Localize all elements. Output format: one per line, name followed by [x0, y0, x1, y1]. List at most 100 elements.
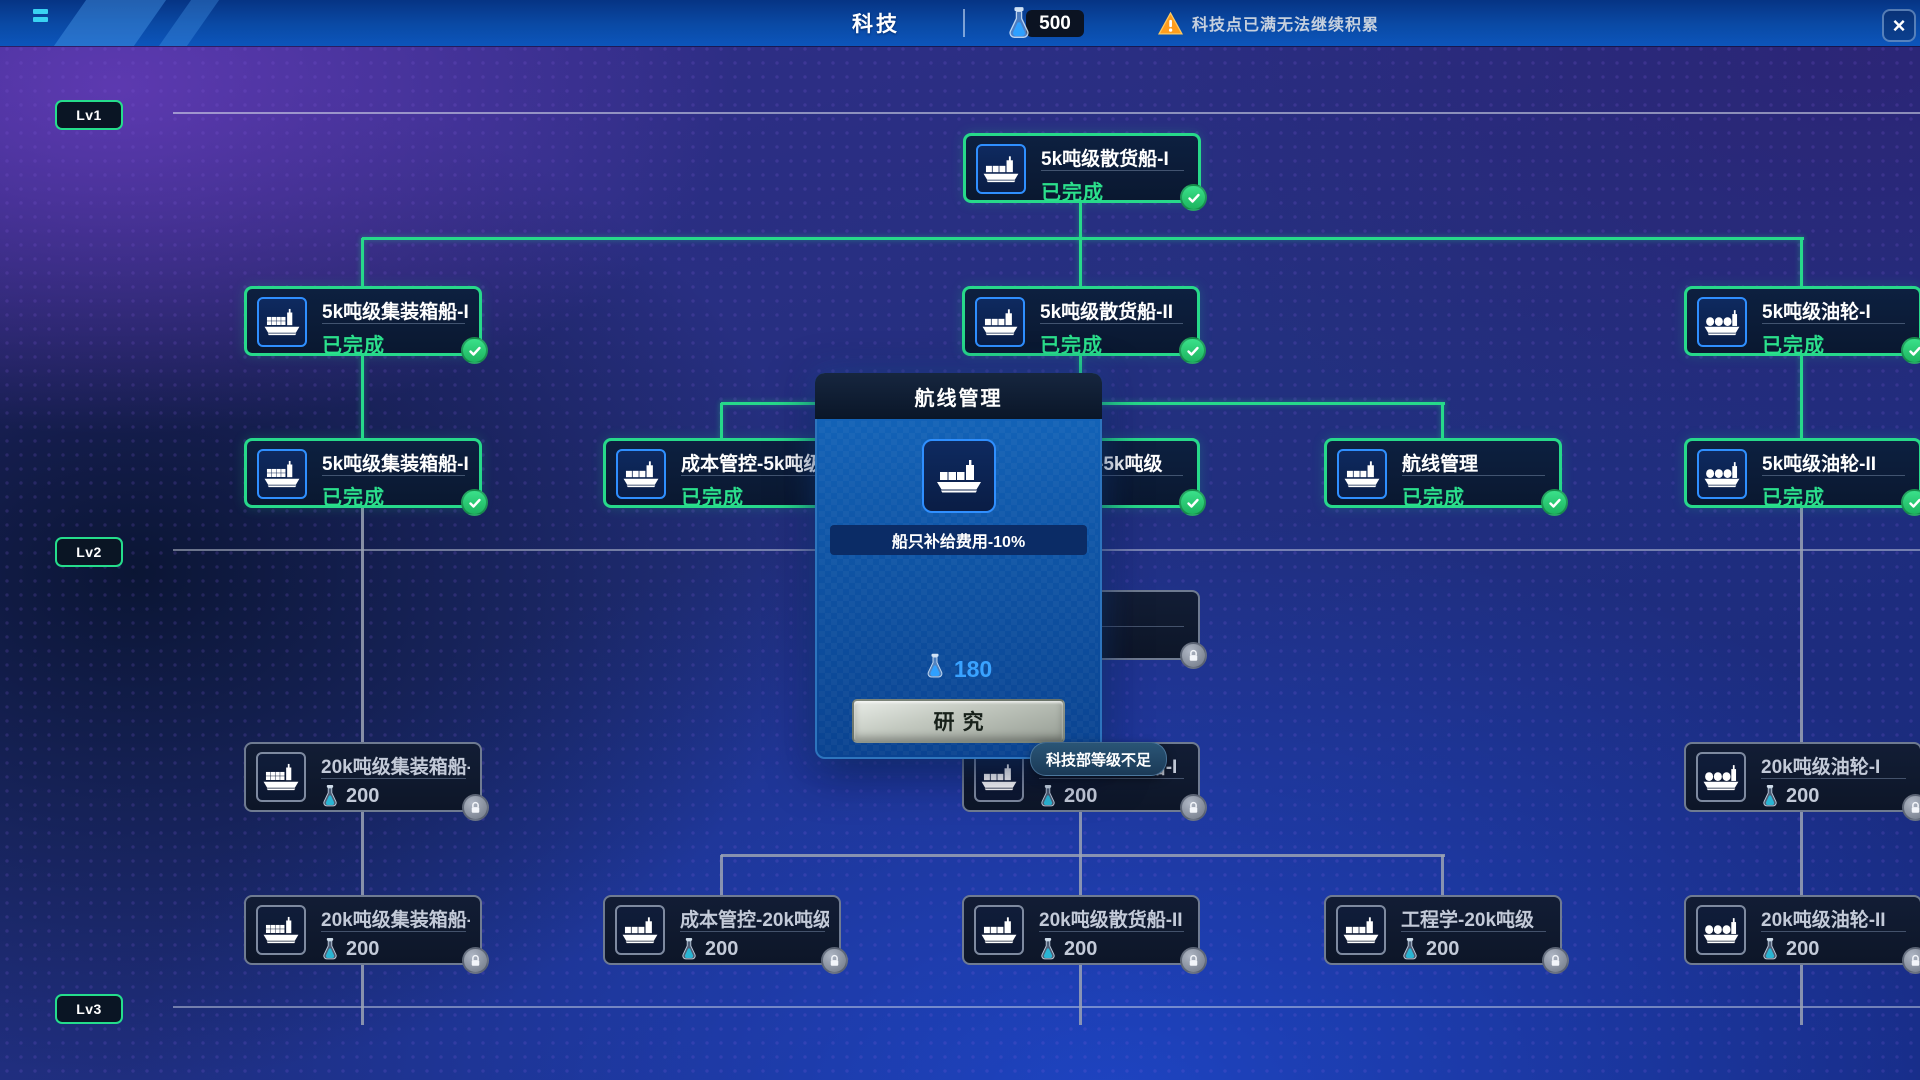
- tech-node[interactable]: 5k吨级油轮-I 已完成: [1684, 286, 1920, 356]
- ship-icon: [1336, 905, 1386, 955]
- level-badge-lv1: Lv1: [55, 100, 123, 130]
- page-title: 科技: [852, 0, 900, 46]
- tech-node-cost: 200: [321, 937, 379, 961]
- connector-line: [1079, 965, 1082, 1025]
- connector-line: [1800, 965, 1803, 1025]
- ship-icon: [256, 752, 306, 802]
- tech-node-status: 已完成: [681, 481, 744, 510]
- tech-node[interactable]: 20k吨级油轮-II200: [1684, 895, 1920, 965]
- tech-node[interactable]: 5k吨级集装箱船-I 已完成: [244, 286, 482, 356]
- close-icon: ×: [1893, 15, 1906, 37]
- connector-line: [721, 854, 1445, 857]
- flask-icon: [1006, 6, 1032, 40]
- top-bar: 科技 500 科技点已满无法继续积累 ×: [0, 0, 1920, 46]
- tech-node-status: 已完成: [1041, 176, 1104, 205]
- tech-node-title: 5k吨级集装箱船-II: [322, 449, 469, 476]
- tech-node[interactable]: 5k吨级集装箱船-II已完成: [244, 438, 482, 508]
- connector-line: [1441, 403, 1444, 440]
- tech-node-status: 已完成: [1762, 481, 1825, 510]
- divider: [1039, 931, 1184, 932]
- tech-node-title: 成本管控-5k吨级: [681, 449, 828, 476]
- tech-node-title: 航线管理: [1402, 449, 1549, 476]
- connector-line: [1441, 855, 1444, 897]
- research-button-label: 研究: [926, 706, 992, 736]
- tech-node[interactable]: 工程学-20k吨级 200: [1324, 895, 1562, 965]
- ship-icon: [1697, 297, 1747, 347]
- connector-line: [1800, 508, 1803, 744]
- tech-node-title: 5k吨级散货船-I: [1041, 144, 1188, 171]
- lock-icon: [462, 947, 489, 974]
- divider: [1040, 323, 1183, 324]
- divider: [322, 475, 465, 476]
- cost-value: 200: [1064, 938, 1097, 961]
- ship-icon: [615, 905, 665, 955]
- tech-node[interactable]: 5k吨级油轮-II已完成: [1684, 438, 1920, 508]
- tech-node[interactable]: 20k吨级集装箱船-I200: [244, 742, 482, 812]
- ship-icon: [257, 449, 307, 499]
- divider: [1762, 475, 1905, 476]
- flask-icon: [925, 653, 945, 685]
- ship-icon: [922, 439, 996, 513]
- cost-value: 200: [1426, 938, 1459, 961]
- popup-title: 航线管理: [915, 382, 1003, 411]
- tech-node[interactable]: 20k吨级油轮-I200: [1684, 742, 1920, 812]
- tech-node-status: 已完成: [1762, 329, 1825, 358]
- tech-node-title: 20k吨级散货船-II: [1039, 905, 1188, 932]
- connector-line: [361, 812, 364, 897]
- tech-node-cost: 200: [1039, 937, 1097, 961]
- tech-tree-background: Lv1 Lv2 Lv3 5k吨级散货船-I已完成5k吨级集装箱船-I已完成5k吨…: [0, 0, 1920, 1080]
- lock-icon: [1542, 947, 1569, 974]
- connector-line: [720, 855, 723, 897]
- tech-node[interactable]: 成本管控-5k吨级已完成: [603, 438, 841, 508]
- tech-node-title: 5k吨级油轮-I: [1762, 297, 1909, 324]
- popup-cost-value: 180: [954, 656, 992, 683]
- connector-line: [361, 238, 364, 288]
- completed-check-icon: [1180, 184, 1207, 211]
- level-badge-lv2: Lv2: [55, 537, 123, 567]
- tech-node-status: 已完成: [322, 329, 385, 358]
- connector-line: [1079, 238, 1082, 288]
- tech-node-title: 5k吨级集装箱船-I: [322, 297, 469, 324]
- tech-node-title: 20k吨级油轮-I: [1761, 752, 1910, 779]
- tech-node-cost: 200: [321, 784, 379, 808]
- popup-effect-text: 船只补给费用-10%: [892, 528, 1025, 552]
- divider: [680, 931, 825, 932]
- warning-icon: [1158, 12, 1183, 35]
- connector-line: [1079, 812, 1082, 857]
- tech-node[interactable]: 航线管理已完成: [1324, 438, 1562, 508]
- tech-points-warning: 科技点已满无法继续积累: [1158, 0, 1379, 46]
- ship-icon: [974, 905, 1024, 955]
- completed-check-icon: [461, 489, 488, 516]
- tech-node[interactable]: 成本管控-20k吨级200: [603, 895, 841, 965]
- cost-value: 200: [346, 938, 379, 961]
- connector-line: [1800, 356, 1803, 440]
- tech-node[interactable]: 20k吨级散货船-II 200: [962, 895, 1200, 965]
- completed-check-icon: [1179, 337, 1206, 364]
- cost-value: 200: [705, 938, 738, 961]
- ship-icon: [256, 905, 306, 955]
- tech-node-cost: 200: [1761, 937, 1819, 961]
- ship-icon: [975, 297, 1025, 347]
- connector-line: [720, 403, 723, 440]
- divider: [1402, 475, 1545, 476]
- popup-effect-banner: 船只补给费用-10%: [830, 525, 1087, 555]
- cost-value: 200: [346, 785, 379, 808]
- tech-node[interactable]: 20k吨级集装箱船-II200: [244, 895, 482, 965]
- research-button[interactable]: 研究: [852, 699, 1065, 743]
- level-badge-lv3: Lv3: [55, 994, 123, 1024]
- tech-node-title: 工程学-20k吨级: [1401, 905, 1550, 932]
- tech-points-counter: 500: [1026, 10, 1084, 37]
- connector-line: [1800, 812, 1803, 897]
- popup-header: 航线管理: [815, 373, 1102, 419]
- tech-node[interactable]: 5k吨级散货船-II已完成: [962, 286, 1200, 356]
- close-button[interactable]: ×: [1882, 9, 1916, 42]
- cost-value: 200: [1786, 938, 1819, 961]
- tech-node[interactable]: 5k吨级散货船-I 已完成: [963, 133, 1201, 203]
- divider: [1041, 170, 1184, 171]
- divider: [321, 778, 466, 779]
- title-divider: [963, 9, 965, 37]
- level-3-line: [173, 1006, 1920, 1008]
- divider: [1761, 778, 1906, 779]
- tech-node-status: 已完成: [1402, 481, 1465, 510]
- divider: [681, 475, 824, 476]
